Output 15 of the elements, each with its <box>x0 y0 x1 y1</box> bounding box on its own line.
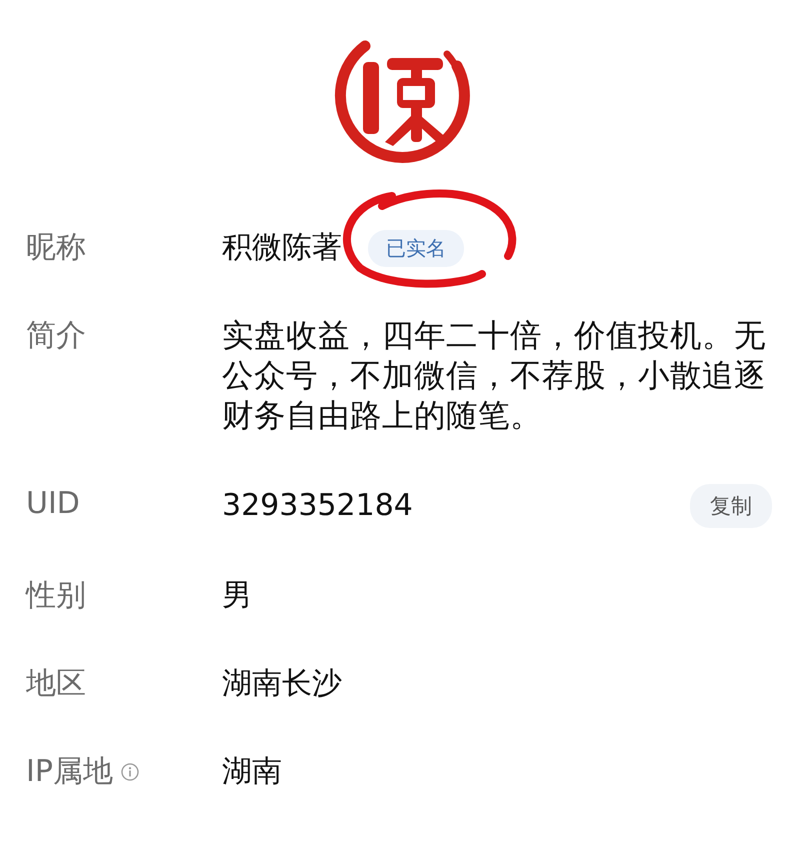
uid-value: 3293352184 <box>222 487 413 525</box>
field-value: 男 <box>222 577 252 615</box>
info-icon[interactable] <box>120 763 139 781</box>
field-label: 昵称 <box>26 229 86 267</box>
field-label: 简介 <box>26 317 86 355</box>
bio-text: 实盘收益，四年二十倍，价值投机。无公众号，不加微信，不荐股，小散追逐财务自由路上的随笔。 <box>222 317 767 436</box>
field-label: 性别 <box>26 577 86 615</box>
field-label: UID <box>26 485 80 523</box>
field-value: 湖南长沙 <box>222 665 342 703</box>
field-value: 湖南 <box>222 753 282 791</box>
verified-badge: 已实名 <box>368 230 464 266</box>
copy-button[interactable]: 复制 <box>690 484 772 528</box>
field-label: IP属地 <box>26 753 113 791</box>
nickname-text: 积微陈著 <box>222 229 342 267</box>
field-label: 地区 <box>26 665 86 703</box>
